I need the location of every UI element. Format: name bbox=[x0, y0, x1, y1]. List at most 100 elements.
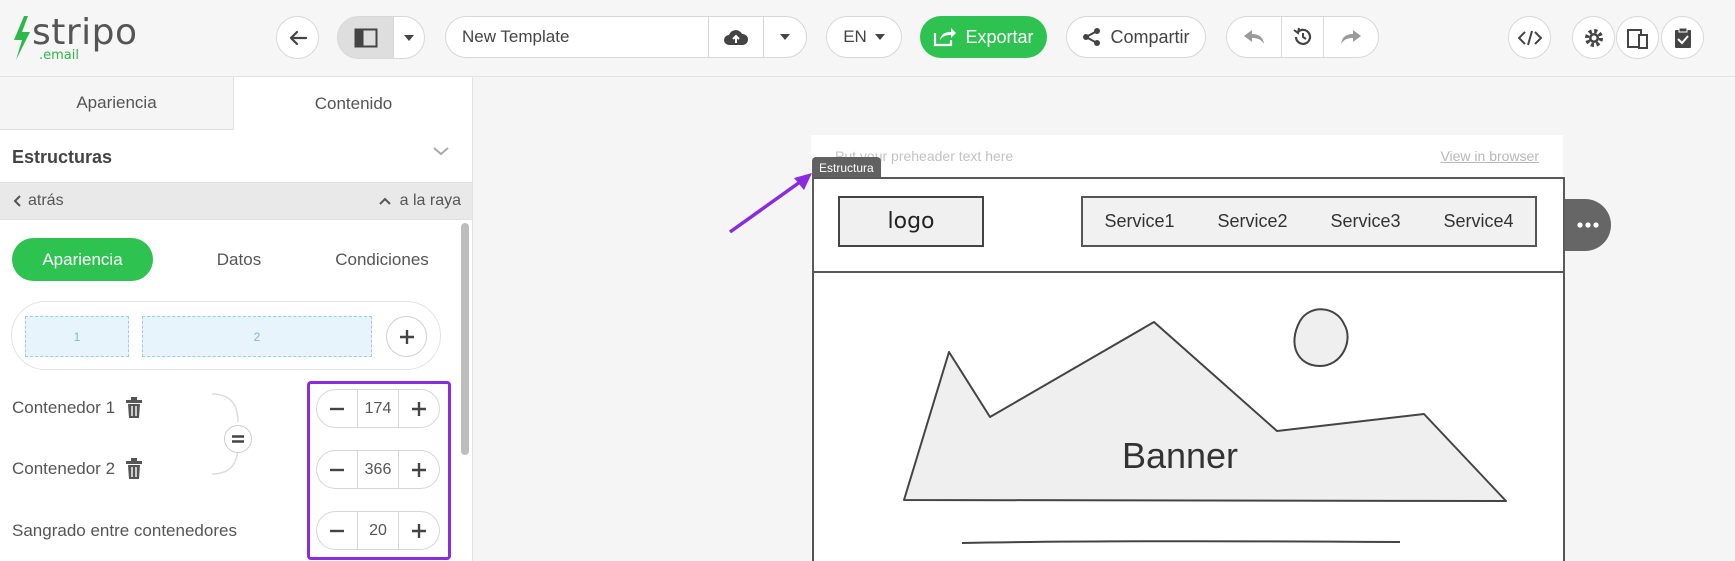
menu-item-service1[interactable]: Service1 bbox=[1104, 211, 1174, 232]
trash-icon[interactable] bbox=[125, 458, 143, 480]
back-arrow-icon bbox=[289, 30, 307, 45]
layout-icon bbox=[354, 28, 377, 47]
chevron-down-icon bbox=[780, 34, 790, 40]
gap-stepper: 20 bbox=[316, 511, 440, 550]
minus-icon bbox=[330, 407, 344, 410]
share-label: Compartir bbox=[1110, 26, 1190, 47]
logo-wordmark: stripo bbox=[32, 12, 138, 53]
equalize-button[interactable] bbox=[224, 425, 252, 453]
subtab-condiciones[interactable]: Condiciones bbox=[312, 238, 452, 281]
menu-item-service4[interactable]: Service4 bbox=[1443, 211, 1513, 232]
undo-button[interactable] bbox=[1226, 16, 1282, 58]
code-view-button[interactable] bbox=[1508, 16, 1551, 59]
view-in-browser-link[interactable]: View in browser bbox=[1440, 148, 1539, 164]
save-cloud-button[interactable] bbox=[708, 16, 764, 58]
template-options-dropdown[interactable] bbox=[763, 16, 807, 58]
clipboard-check-icon bbox=[1674, 27, 1691, 48]
cloud-upload-icon bbox=[724, 30, 749, 45]
layout-toggle-button[interactable] bbox=[337, 16, 394, 59]
plus-icon bbox=[412, 462, 426, 477]
scroll-to-row-link[interactable]: a la raya bbox=[378, 192, 461, 210]
add-column-button[interactable] bbox=[386, 316, 427, 357]
gap-width[interactable]: 20 bbox=[357, 512, 399, 549]
menu-item-service2[interactable]: Service2 bbox=[1217, 211, 1287, 232]
tab-contenido[interactable]: Contenido bbox=[234, 77, 472, 130]
back-label: atrás bbox=[28, 192, 64, 209]
increment-button[interactable] bbox=[399, 390, 439, 427]
redo-button[interactable] bbox=[1323, 16, 1379, 58]
subtabs: Apariencia Datos Condiciones bbox=[12, 238, 452, 281]
history-button[interactable] bbox=[1281, 16, 1324, 58]
pointer-arrow bbox=[728, 173, 812, 234]
logo-subtext: .email bbox=[39, 48, 79, 63]
minus-icon bbox=[330, 529, 344, 532]
history-icon bbox=[1292, 27, 1311, 45]
column-2[interactable]: 2 bbox=[142, 316, 372, 357]
banner-sun bbox=[1293, 308, 1349, 368]
chevron-down-icon[interactable] bbox=[432, 145, 450, 157]
container-2-label: Contenedor 2 bbox=[12, 459, 116, 478]
divider-line bbox=[961, 540, 1401, 544]
increment-button[interactable] bbox=[399, 451, 439, 488]
banner-label: Banner bbox=[1122, 435, 1238, 476]
export-icon bbox=[934, 28, 957, 47]
chevron-down-icon bbox=[874, 34, 885, 40]
trash-icon[interactable] bbox=[125, 397, 143, 419]
chevron-down-icon bbox=[404, 34, 414, 41]
redo-icon bbox=[1341, 30, 1361, 44]
minus-icon bbox=[330, 468, 344, 471]
decrement-button[interactable] bbox=[317, 390, 357, 427]
plus-icon bbox=[412, 401, 426, 416]
code-icon bbox=[1517, 30, 1542, 45]
settings-button[interactable] bbox=[1572, 16, 1615, 59]
share-button[interactable]: Compartir bbox=[1066, 16, 1206, 58]
settings-panel: Apariencia Contenido Estructuras atrás a… bbox=[0, 77, 473, 561]
raya-label: a la raya bbox=[399, 192, 461, 209]
decrement-button[interactable] bbox=[317, 451, 357, 488]
gap-row: Sangrado entre contenedores bbox=[12, 521, 237, 541]
device-preview-icon bbox=[1626, 28, 1648, 49]
more-dots-icon bbox=[1577, 222, 1599, 228]
export-label: Exportar bbox=[965, 26, 1034, 47]
template-name-input[interactable] bbox=[445, 16, 709, 58]
plus-icon bbox=[399, 329, 414, 344]
preheader-row[interactable]: Put your preheader text here View in bro… bbox=[811, 135, 1563, 177]
breadcrumb: atrás a la raya bbox=[0, 182, 472, 220]
device-preview-button[interactable] bbox=[1616, 16, 1659, 59]
section-title: Estructuras bbox=[12, 147, 113, 167]
panel-scrollbar[interactable] bbox=[461, 223, 469, 530]
structure-columns-preview: 1 2 bbox=[11, 301, 441, 370]
container-1-row: Contenedor 1 bbox=[12, 397, 143, 419]
container-2-stepper: 366 bbox=[316, 450, 440, 489]
menu-item-service3[interactable]: Service3 bbox=[1330, 211, 1400, 232]
column-1[interactable]: 1 bbox=[25, 316, 129, 357]
container-1-width[interactable]: 174 bbox=[357, 390, 399, 427]
decrement-button[interactable] bbox=[317, 512, 357, 549]
back-button[interactable] bbox=[276, 16, 319, 59]
tab-apariencia[interactable]: Apariencia bbox=[0, 77, 234, 130]
scroll-thumb[interactable] bbox=[461, 223, 469, 455]
export-button[interactable]: Exportar bbox=[920, 16, 1047, 58]
container-2-row: Contenedor 2 bbox=[12, 458, 143, 480]
gap-label: Sangrado entre contenedores bbox=[12, 521, 237, 540]
container-2-width[interactable]: 366 bbox=[357, 451, 399, 488]
back-link[interactable]: atrás bbox=[12, 192, 64, 210]
gear-icon bbox=[1584, 28, 1603, 47]
subtab-apariencia[interactable]: Apariencia bbox=[12, 238, 153, 281]
top-toolbar: stripo .email EN Exportar Compartir bbox=[0, 0, 1735, 77]
banner-image[interactable]: Banner bbox=[812, 290, 1565, 561]
share-icon bbox=[1083, 28, 1101, 46]
test-email-button[interactable] bbox=[1661, 16, 1704, 59]
plus-icon bbox=[412, 523, 426, 538]
equals-icon bbox=[232, 435, 244, 443]
container-1-label: Contenedor 1 bbox=[12, 398, 116, 417]
layout-dropdown-button[interactable] bbox=[393, 16, 425, 59]
services-menu[interactable]: Service1 Service2 Service3 Service4 bbox=[1081, 196, 1537, 247]
stripo-logo: stripo .email bbox=[10, 10, 150, 66]
email-logo-block[interactable]: logo bbox=[838, 196, 984, 247]
container-1-stepper: 174 bbox=[316, 389, 440, 428]
chevron-up-icon bbox=[378, 197, 391, 205]
subtab-datos[interactable]: Datos bbox=[172, 238, 306, 281]
language-select[interactable]: EN bbox=[826, 16, 902, 58]
increment-button[interactable] bbox=[399, 512, 439, 549]
